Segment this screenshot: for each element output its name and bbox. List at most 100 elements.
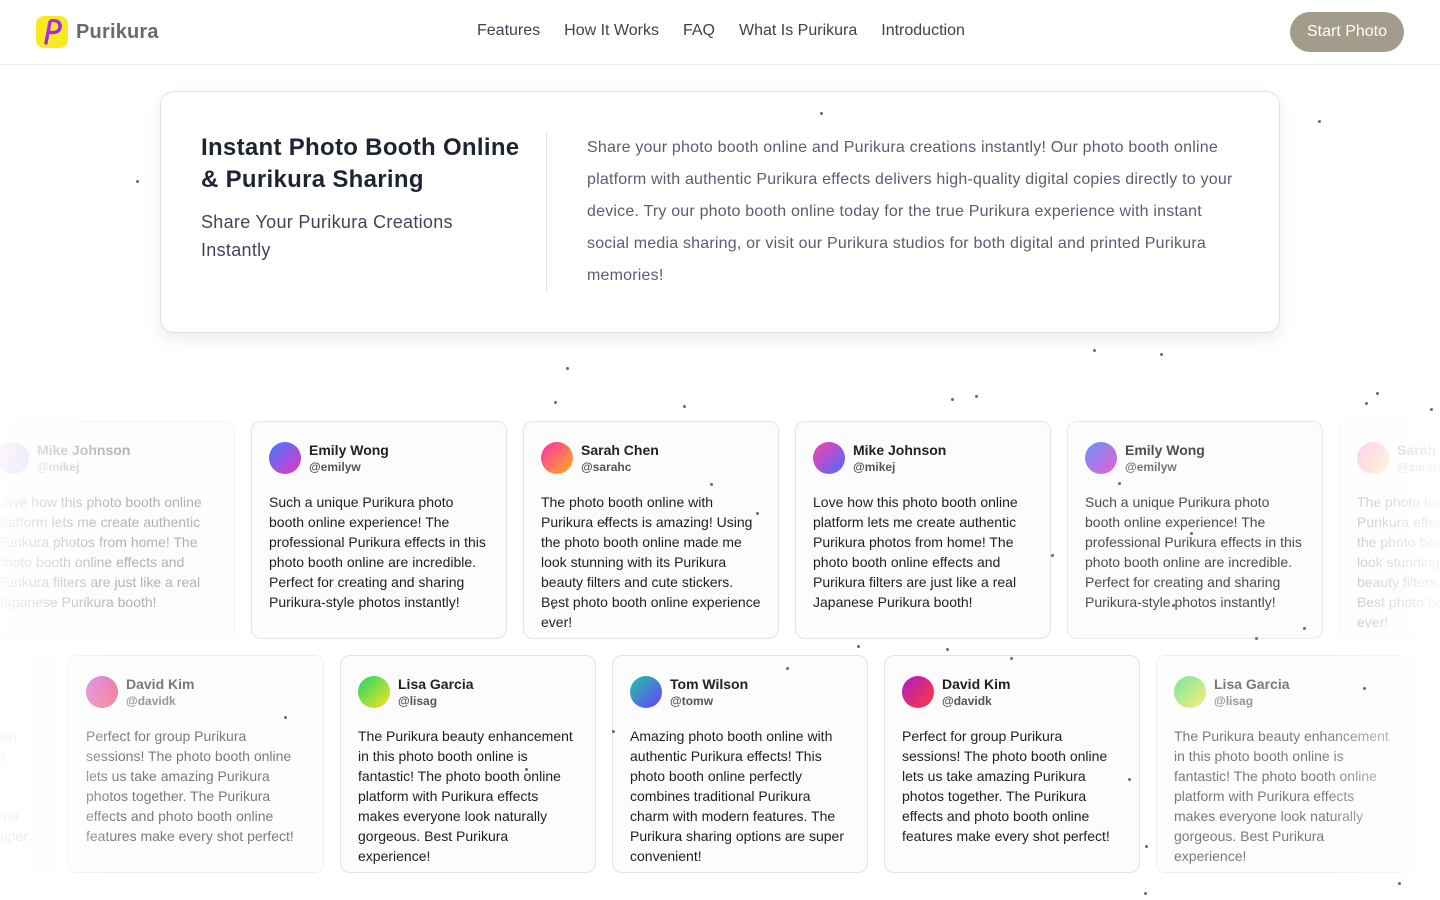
testimonial-name: Emily Wong: [1125, 442, 1205, 458]
testimonial-handle: @lisag: [1214, 694, 1254, 708]
testimonial-header: Mike Johnson @mikej: [813, 440, 1033, 476]
testimonial-text: The Purikura beauty enhancement in this …: [358, 728, 573, 864]
testimonial-handle: @mikej: [37, 460, 80, 474]
avatar: [1174, 676, 1206, 708]
testimonial-text: The Purikura beauty enhancement in this …: [1174, 728, 1389, 864]
testimonial-author: Sarah Chen @sarahc: [1397, 441, 1440, 475]
nav-link-faq[interactable]: FAQ: [683, 22, 715, 40]
avatar: [1085, 442, 1117, 474]
testimonial-name: Lisa Garcia: [1214, 676, 1290, 692]
particle-dot: [284, 716, 287, 719]
testimonial-handle: @emilyw: [309, 460, 361, 474]
testimonial-text: Love how this photo booth online platfor…: [813, 494, 1018, 610]
testimonial-text: Amazing photo booth online with authenti…: [0, 728, 29, 844]
testimonial-handle: @lisag: [398, 694, 438, 708]
avatar: [541, 442, 573, 474]
testimonial-text: Such a unique Purikura photo booth onlin…: [269, 494, 486, 610]
testimonial-author: Lisa Garcia @lisag: [1214, 675, 1290, 709]
testimonial-text: Love how this photo booth online platfor…: [0, 494, 202, 610]
testimonial-handle: @tomw: [670, 694, 714, 708]
avatar: [0, 442, 29, 474]
particle-dot: [566, 367, 569, 370]
hero-title: Instant Photo Booth Online & Purikura Sh…: [201, 134, 520, 193]
particle-dot: [554, 401, 557, 404]
testimonial-author: David Kim @davidk: [942, 675, 1010, 709]
hero-description: Share your photo booth online and Puriku…: [587, 139, 1233, 284]
testimonial-header: Sarah Chen @sarahc: [1357, 440, 1440, 476]
testimonial-header: Mike Johnson @mikej: [0, 440, 217, 476]
nav-link-introduction[interactable]: Introduction: [881, 22, 965, 40]
testimonial-name: David Kim: [126, 676, 195, 692]
testimonial-name: Sarah Chen: [581, 442, 659, 458]
nav-link-how-it-works[interactable]: How It Works: [564, 22, 659, 40]
testimonial-handle: @davidk: [942, 694, 992, 708]
testimonial-text: The photo booth online with Purikura eff…: [1357, 494, 1440, 630]
particle-dot: [1318, 120, 1321, 123]
avatar: [86, 676, 118, 708]
nav-link-what-is-purikura[interactable]: What Is Purikura: [739, 22, 857, 40]
avatar: [813, 442, 845, 474]
testimonial-header: Emily Wong @emilyw: [1085, 440, 1305, 476]
testimonial-card: Mike Johnson @mikej Love how this photo bo…: [795, 421, 1051, 639]
testimonial-card: Emily Wong @emilyw Such a unique Purikura …: [1067, 421, 1323, 639]
testimonial-card: Emily Wong @emilyw Such a unique Purikura …: [251, 421, 507, 639]
avatar: [1357, 442, 1389, 474]
testimonial-text: Amazing photo booth online with authenti…: [630, 728, 845, 864]
particle-dot: [1303, 627, 1306, 630]
particle-dot: [710, 483, 713, 486]
testimonial-author: Emily Wong @emilyw: [1125, 441, 1205, 475]
particle-dot: [525, 768, 528, 771]
particle-dot: [136, 180, 139, 183]
testimonial-author: Mike Johnson @mikej: [853, 441, 946, 475]
testimonial-card: David Kim @davidk Perfect for group Puriku…: [884, 655, 1140, 873]
particle-dot: [1255, 637, 1258, 640]
testimonial-header: Emily Wong @emilyw: [269, 440, 489, 476]
testimonial-card: David Kim @davidk Perfect for group Puriku…: [68, 655, 324, 873]
avatar: [902, 676, 934, 708]
particle-dot: [951, 398, 954, 401]
particle-dot: [552, 606, 555, 609]
testimonial-card: Sarah Chen @sarahc The photo booth online …: [523, 421, 779, 639]
testimonial-text: Such a unique Purikura photo booth onlin…: [1085, 494, 1302, 610]
testimonial-name: Lisa Garcia: [398, 676, 474, 692]
testimonial-author: Emily Wong @emilyw: [309, 441, 389, 475]
testimonial-handle: @sarahc: [581, 460, 632, 474]
nav-link-features[interactable]: Features: [477, 22, 540, 40]
testimonial-card: Tom Wilson @tomw Amazing photo booth onlin…: [612, 655, 868, 873]
particle-dot: [1051, 554, 1054, 557]
brand-name: Purikura: [76, 20, 159, 43]
testimonial-handle: @mikej: [853, 460, 896, 474]
hero-card: Instant Photo Booth Online & Purikura Sh…: [160, 91, 1280, 333]
testimonial-author: Tom Wilson @tomw: [670, 675, 748, 709]
hero-divider: [546, 132, 547, 292]
testimonial-handle: @emilyw: [1125, 460, 1177, 474]
top-navbar: Purikura Features How It Works FAQ What …: [0, 0, 1440, 65]
brand-logo[interactable]: Purikura: [36, 16, 159, 48]
particle-dot: [1160, 353, 1163, 356]
particle-dot: [1190, 532, 1193, 535]
main-nav: Features How It Works FAQ What Is Puriku…: [477, 22, 965, 40]
particle-dot: [756, 512, 759, 515]
testimonial-author: Sarah Chen @sarahc: [581, 441, 659, 475]
testimonial-name: Tom Wilson: [670, 676, 749, 692]
testimonial-header: Tom Wilson @tomw: [630, 674, 850, 710]
particle-dot: [1118, 482, 1121, 485]
particle-dot: [786, 667, 789, 670]
testimonials-row-1: Mike Johnson @mikej Love how this photo bo…: [0, 421, 1440, 641]
testimonial-name: Mike Johnson: [37, 442, 131, 458]
particle-dot: [1365, 402, 1368, 405]
testimonial-card: Lisa Garcia @lisag The Purikura beauty enh…: [1156, 655, 1412, 873]
hero-subtitle: Share Your Purikura Creations Instantly: [201, 212, 453, 260]
testimonial-name: David Kim: [942, 676, 1011, 692]
avatar: [269, 442, 301, 474]
particle-dot: [683, 405, 686, 408]
avatar: [358, 676, 390, 708]
testimonial-card: Sarah Chen @sarahc The photo booth online …: [1339, 421, 1440, 639]
particle-dot: [946, 648, 949, 651]
testimonial-card: Lisa Garcia @lisag The Purikura beauty enh…: [340, 655, 596, 873]
testimonial-author: David Kim @davidk: [126, 675, 194, 709]
testimonial-text: Perfect for group Purikura sessions! The…: [86, 728, 294, 844]
testimonial-header: Lisa Garcia @lisag: [1174, 674, 1394, 710]
start-photo-button[interactable]: Start Photo: [1290, 12, 1404, 52]
hero-heading-block: Instant Photo Booth Online & Purikura Sh…: [201, 132, 521, 264]
